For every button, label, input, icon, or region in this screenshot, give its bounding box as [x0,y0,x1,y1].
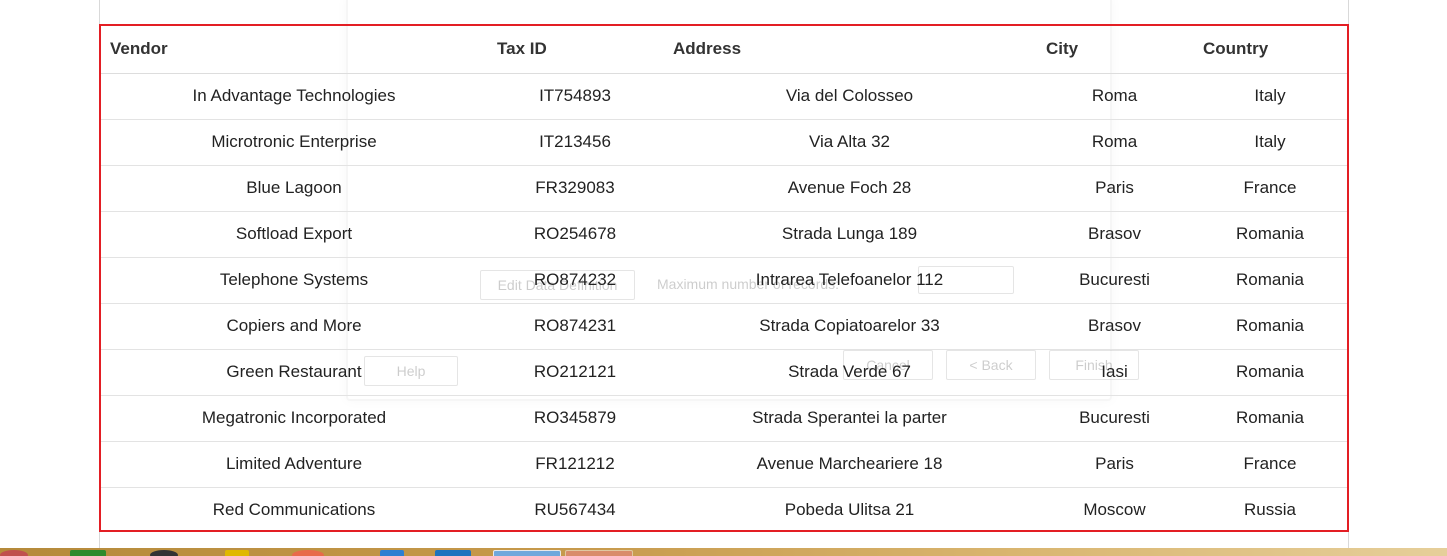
tax-id-cell: RU567434 [534,500,616,520]
column-header-address[interactable]: Address [663,26,1036,74]
vendor-cell: Telephone Systems [101,257,487,304]
address-cell: Strada Lunga 189 [663,211,1036,258]
tax-id-cell: RO345879 [487,395,663,442]
table-row[interactable]: Green Restaurant RO212121 Strada Verde 6… [101,349,1347,396]
tax-id-cell: RO874232 [487,257,663,304]
city-cell: Moscow [1083,500,1146,520]
table-row[interactable]: Microtronic Enterprise IT213456 Via Alta… [101,119,1347,166]
app-icon-active[interactable] [493,550,561,556]
vendor-cell: Red Communications [212,500,376,520]
column-header-tax-id[interactable]: Tax ID [487,26,663,74]
address-cell: Via del Colosseo [663,73,1036,120]
tax-id-cell: IT754893 [487,73,663,120]
country-cell: France [1193,165,1347,212]
vendor-table: Vendor Tax ID Address City Country In Ad… [101,26,1347,533]
tax-id-cell: RO212121 [487,349,663,396]
vendor-cell: Copiers and More [101,303,487,350]
table-row[interactable]: Limited Adventure FR121212 Avenue Marche… [101,441,1347,488]
app-icon[interactable] [0,550,28,556]
vendor-table-frame: Vendor Tax ID Address City Country In Ad… [99,24,1349,532]
city-cell: Brasov [1036,303,1193,350]
app-icon[interactable] [225,550,249,556]
country-cell: Italy [1193,73,1347,120]
app-icon[interactable] [565,550,633,556]
table-row[interactable]: Megatronic Incorporated RO345879 Strada … [101,395,1347,442]
tax-id-cell: RO254678 [487,211,663,258]
address-cell: Intrarea Telefoanelor 112 [663,257,1036,304]
country-cell: Romania [1193,395,1347,442]
address-cell: Strada Copiatoarelor 33 [663,303,1036,350]
country-cell: Romania [1193,211,1347,258]
address-cell: Strada Verde 67 [663,349,1036,396]
country-cell: Romania [1193,349,1347,396]
address-cell: Via Alta 32 [663,119,1036,166]
city-cell: Roma [1036,119,1193,166]
table-row[interactable]: Softload Export RO254678 Strada Lunga 18… [101,211,1347,258]
country-cell: Romania [1193,303,1347,350]
app-icon[interactable] [70,550,106,556]
table-row[interactable]: Blue Lagoon FR329083 Avenue Foch 28 Pari… [101,165,1347,212]
app-icon[interactable] [435,550,471,556]
country-cell: Romania [1193,257,1347,304]
city-cell: Paris [1036,165,1193,212]
taskbar [0,548,1447,556]
city-cell: Iasi [1036,349,1193,396]
vendor-cell: Megatronic Incorporated [101,395,487,442]
vendor-cell: Softload Export [101,211,487,258]
city-cell: Bucuresti [1036,395,1193,442]
city-cell: Roma [1036,73,1193,120]
country-cell: Italy [1193,119,1347,166]
country-cell: France [1193,441,1347,488]
app-icon[interactable] [292,550,324,556]
column-header-vendor[interactable]: Vendor [101,26,487,74]
city-cell: Bucuresti [1036,257,1193,304]
column-header-country[interactable]: Country [1193,26,1347,74]
vendor-cell: Blue Lagoon [101,165,487,212]
tax-id-cell: IT213456 [487,119,663,166]
country-cell: Russia [1244,500,1296,520]
address-cell: Avenue Foch 28 [663,165,1036,212]
vendor-cell: In Advantage Technologies [101,73,487,120]
tax-id-cell: FR121212 [487,441,663,488]
table-header-row: Vendor Tax ID Address City Country [101,26,1347,74]
vendor-cell: Green Restaurant [101,349,487,396]
table-row[interactable]: Telephone Systems RO874232 Intrarea Tele… [101,257,1347,304]
city-cell: Paris [1036,441,1193,488]
city-cell: Brasov [1036,211,1193,258]
address-cell: Strada Sperantei la parter [663,395,1036,442]
app-icon[interactable] [380,550,404,556]
table-row[interactable]: In Advantage Technologies IT754893 Via d… [101,73,1347,120]
app-icon[interactable] [150,550,178,556]
table-row[interactable]: Copiers and More RO874231 Strada Copiato… [101,303,1347,350]
address-cell: Avenue Marcheariere 18 [663,441,1036,488]
column-header-city[interactable]: City [1036,26,1193,74]
address-cell: Pobeda Ulitsa 21 [784,500,915,520]
vendor-cell: Limited Adventure [101,441,487,488]
table-row[interactable]: Red Communications RU567434 Pobeda Ulits… [101,487,1347,533]
tax-id-cell: FR329083 [487,165,663,212]
vendor-cell: Microtronic Enterprise [101,119,487,166]
tax-id-cell: RO874231 [487,303,663,350]
